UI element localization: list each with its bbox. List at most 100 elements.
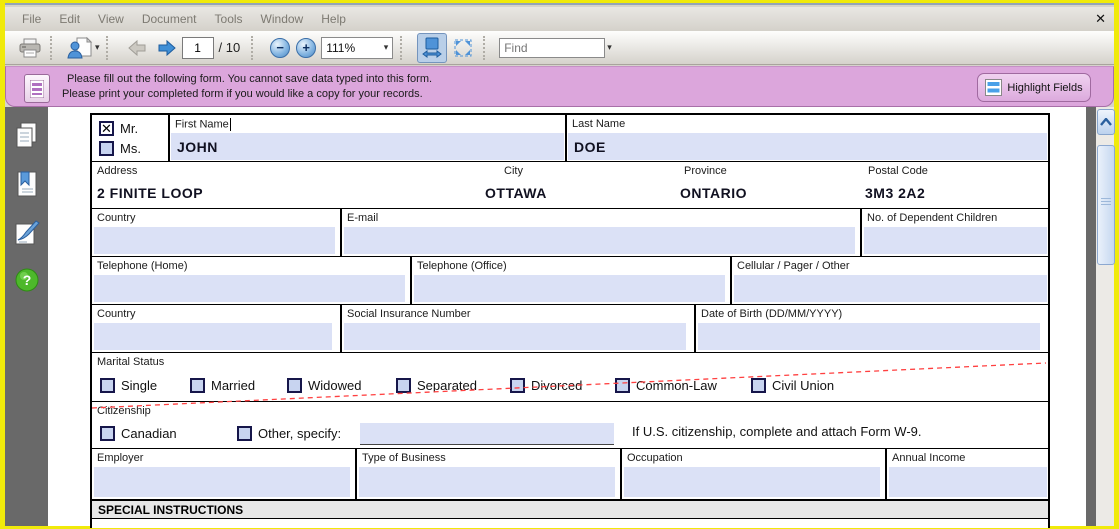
dependents-label: No. of Dependent Children [867, 212, 997, 224]
help-button[interactable]: ? [12, 265, 42, 295]
close-icon[interactable]: ✕ [1095, 11, 1106, 27]
form-notice-icon[interactable] [24, 74, 50, 103]
common-law-checkbox[interactable] [615, 378, 630, 393]
app-window: File Edit View Document Tools Window Hel… [5, 3, 1114, 526]
menu-file[interactable]: File [13, 9, 50, 29]
scroll-thumb[interactable] [1097, 145, 1115, 265]
other-citizenship-checkbox[interactable] [237, 426, 252, 441]
zoom-out-icon[interactable]: − [270, 38, 290, 58]
form-row-employment: Employer Type of Business Occupation Ann… [92, 449, 1048, 500]
occupation-field[interactable] [624, 467, 880, 497]
menu-tools[interactable]: Tools [206, 9, 252, 29]
title-cell: ✕ Mr. Ms. [92, 115, 170, 161]
dependents-cell: No. of Dependent Children [862, 209, 1048, 256]
employer-cell: Employer [92, 449, 357, 499]
dob-field[interactable] [698, 323, 1040, 350]
menu-help[interactable]: Help [312, 9, 355, 29]
divorced-checkbox[interactable] [510, 378, 525, 393]
married-label: Married [211, 378, 255, 393]
zoom-level-dropdown[interactable]: 111% ▾ [321, 37, 393, 59]
mr-label: Mr. [120, 121, 138, 136]
email-field[interactable] [344, 227, 855, 254]
find-input[interactable] [499, 38, 605, 58]
previous-page-button[interactable] [123, 34, 151, 62]
province-field[interactable]: ONTARIO [680, 185, 747, 201]
other-specify-label: Other, specify: [258, 426, 341, 441]
bookmarks-panel-button[interactable] [12, 169, 42, 199]
civil-union-checkbox[interactable] [751, 378, 766, 393]
signatures-panel-button[interactable] [12, 217, 42, 247]
document-pane: ? ✕ Mr. Ms. [5, 107, 1114, 526]
income-field[interactable] [889, 467, 1047, 497]
phone-home-label: Telephone (Home) [97, 260, 188, 272]
country2-label: Country [97, 308, 136, 320]
form-notice-bar: Please fill out the following form. You … [5, 66, 1114, 107]
cellular-field[interactable] [734, 275, 1047, 302]
mr-checkbox[interactable]: ✕ [99, 121, 114, 136]
text-cursor [230, 118, 231, 131]
phone-office-field[interactable] [414, 275, 725, 302]
country-label: Country [97, 212, 136, 224]
cellular-cell: Cellular / Pager / Other [732, 257, 1048, 304]
sin-field[interactable] [344, 323, 686, 350]
toolbar-separator [251, 36, 262, 60]
email-label: E-mail [347, 212, 378, 224]
highlight-fields-button[interactable]: Highlight Fields [977, 73, 1091, 102]
scroll-up-button[interactable] [1097, 109, 1115, 135]
chevron-down-icon: ▾ [384, 42, 389, 53]
print-button[interactable] [16, 34, 44, 62]
vertical-scrollbar[interactable] [1096, 107, 1114, 526]
screenshot-root: File Edit View Document Tools Window Hel… [0, 0, 1119, 529]
form-row-contact: Country E-mail No. of Dependent Children [92, 209, 1048, 257]
menu-edit[interactable]: Edit [50, 9, 89, 29]
zoom-in-icon[interactable]: + [296, 38, 316, 58]
menu-document[interactable]: Document [133, 9, 206, 29]
last-name-field[interactable]: DOE [568, 133, 1047, 160]
postal-code-field[interactable]: 3M3 2A2 [865, 185, 925, 201]
menu-bar: File Edit View Document Tools Window Hel… [5, 7, 1114, 31]
form-row-marital: Marital Status Single Married Widowed [92, 353, 1048, 402]
civil-union-label: Civil Union [772, 378, 834, 393]
pdf-form-page: ✕ Mr. Ms. First Name JOHN [90, 113, 1050, 528]
divorced-label: Divorced [531, 378, 582, 393]
help-icon: ? [15, 268, 39, 292]
pages-panel-button[interactable] [12, 121, 42, 151]
other-specify-field[interactable] [360, 423, 614, 445]
sin-cell: Social Insurance Number [342, 305, 696, 352]
notice-line-1: Please fill out the following form. You … [62, 72, 432, 87]
menu-window[interactable]: Window [252, 9, 313, 29]
fit-page-button[interactable] [449, 34, 477, 62]
country2-field[interactable] [94, 323, 332, 350]
separated-checkbox[interactable] [396, 378, 411, 393]
chevron-down-icon[interactable]: ▾ [607, 42, 612, 53]
page-number-input[interactable] [182, 37, 214, 59]
menu-view[interactable]: View [89, 9, 133, 29]
last-name-value: DOE [574, 139, 606, 155]
identity-send-button[interactable]: ▾ [67, 34, 100, 62]
business-field[interactable] [359, 467, 615, 497]
canadian-checkbox[interactable] [100, 426, 115, 441]
address-field[interactable]: 2 FINITE LOOP [97, 185, 203, 201]
canadian-label: Canadian [121, 426, 177, 441]
form-notice-text: Please fill out the following form. You … [62, 72, 432, 102]
arrow-right-icon [156, 39, 178, 57]
next-page-button[interactable] [153, 34, 181, 62]
toolbar-separator [400, 36, 411, 60]
country-field[interactable] [94, 227, 335, 254]
married-checkbox[interactable] [190, 378, 205, 393]
toolbar-separator [106, 36, 117, 60]
page-count-label: / 10 [219, 40, 241, 55]
dependents-field[interactable] [864, 227, 1047, 254]
widowed-checkbox[interactable] [287, 378, 302, 393]
ms-checkbox[interactable] [99, 141, 114, 156]
citizenship-label: Citizenship [97, 405, 151, 417]
phone-home-field[interactable] [94, 275, 405, 302]
employer-field[interactable] [94, 467, 350, 497]
form-row-identity: Country Social Insurance Number Date of … [92, 305, 1048, 353]
city-field[interactable]: OTTAWA [485, 185, 547, 201]
form-row-phones: Telephone (Home) Telephone (Office) Cell… [92, 257, 1048, 305]
first-name-field[interactable]: JOHN [171, 133, 564, 160]
single-checkbox[interactable] [100, 378, 115, 393]
fit-width-button[interactable] [417, 33, 447, 63]
page-edge-strip [1086, 107, 1096, 526]
